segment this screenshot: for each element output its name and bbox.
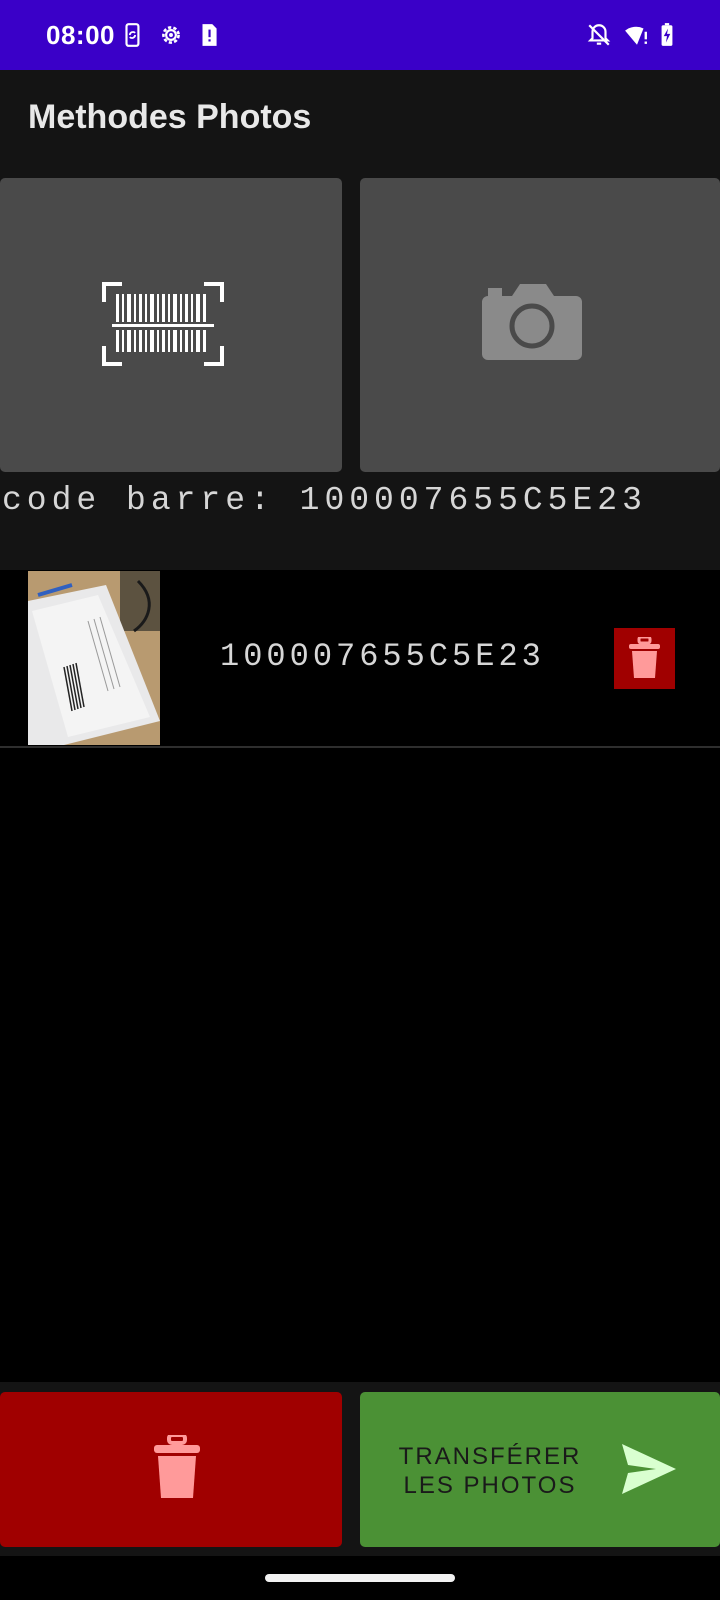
battery-charging-icon bbox=[661, 23, 673, 46]
phone-sync-icon bbox=[125, 23, 140, 47]
sim-alert-icon bbox=[202, 24, 217, 46]
delete-photo-button[interactable] bbox=[614, 628, 675, 689]
bottom-action-bar: TRANSFÉRER LES PHOTOS bbox=[0, 1382, 720, 1556]
send-icon bbox=[622, 1444, 676, 1494]
photo-thumbnail[interactable] bbox=[28, 571, 160, 745]
delete-all-button[interactable] bbox=[0, 1392, 342, 1547]
photo-barcode-value: 100007655C5E23 bbox=[220, 638, 545, 675]
barcode-readout: code barre: 100007655C5E23 bbox=[2, 482, 647, 519]
barcode-scan-icon bbox=[102, 282, 224, 366]
app-bar: Methodes Photos bbox=[0, 70, 720, 170]
status-time: 08:00 bbox=[46, 20, 115, 50]
transfer-label-line1: TRANSFÉRER bbox=[398, 1443, 582, 1470]
wifi-alert-icon bbox=[625, 26, 647, 45]
settings-gear-icon bbox=[162, 26, 180, 44]
camera-icon bbox=[482, 284, 582, 360]
notifications-off-icon bbox=[587, 24, 611, 46]
transfer-photos-button[interactable]: TRANSFÉRER LES PHOTOS bbox=[360, 1392, 720, 1547]
list-item[interactable]: 100007655C5E23 bbox=[0, 570, 720, 748]
scan-barcode-button[interactable] bbox=[0, 178, 342, 472]
status-bar: 08:00 bbox=[0, 0, 720, 70]
take-photo-button[interactable] bbox=[360, 178, 720, 472]
home-gesture-handle[interactable] bbox=[265, 1574, 455, 1582]
trash-icon bbox=[154, 1435, 200, 1498]
page-title: Methodes Photos bbox=[28, 98, 312, 136]
trash-icon bbox=[629, 637, 660, 678]
photo-list[interactable]: 100007655C5E23 bbox=[0, 570, 720, 1380]
transfer-label: TRANSFÉRER LES PHOTOS bbox=[380, 1442, 600, 1500]
transfer-label-line2: LES PHOTOS bbox=[403, 1472, 577, 1499]
photo-image bbox=[28, 571, 160, 745]
method-section: code barre: 100007655C5E23 bbox=[0, 170, 720, 570]
